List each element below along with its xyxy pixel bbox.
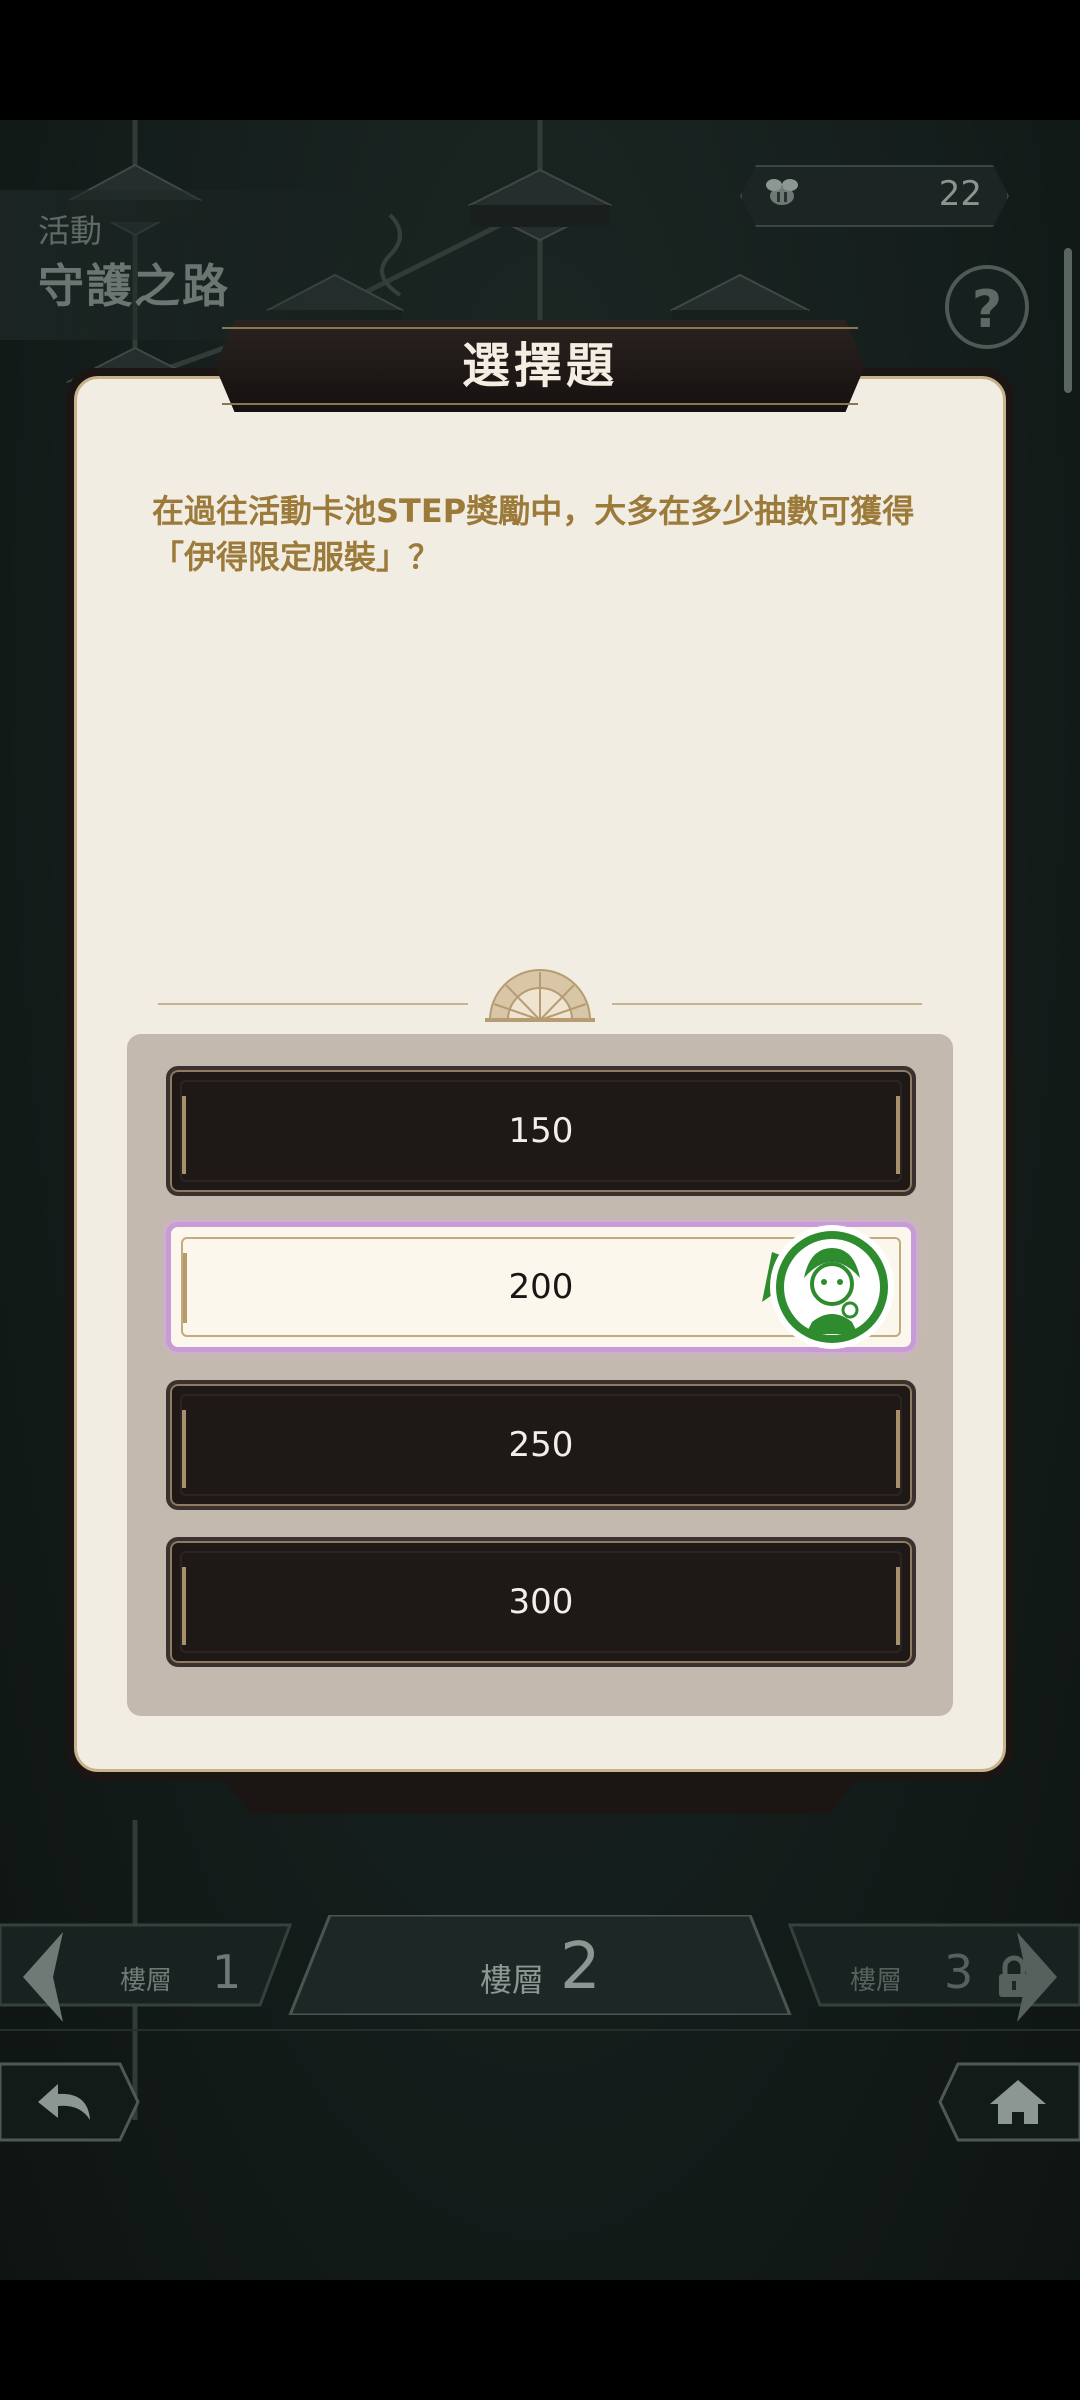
chevron-left-icon[interactable]	[18, 1932, 68, 2022]
floor-3-label[interactable]: 樓層	[850, 1960, 902, 1997]
floor-1-number[interactable]: 1	[212, 1945, 241, 1999]
floor-2-number[interactable]: 2	[560, 1930, 601, 2004]
option-label: 300	[508, 1582, 574, 1622]
divider-right	[612, 1003, 922, 1005]
floor-2-label[interactable]: 樓層	[480, 1955, 544, 2001]
option-label: 150	[508, 1111, 574, 1151]
option-button[interactable]: 250	[166, 1380, 916, 1510]
floor-1-label[interactable]: 樓層	[120, 1960, 172, 1997]
bee-icon	[766, 179, 798, 205]
dialog-bottom-plate	[218, 1772, 862, 1814]
question-line: 「伊得限定服裝」？	[152, 538, 441, 576]
option-button[interactable]: 150	[166, 1066, 916, 1196]
question-line: 在過往活動卡池STEP獎勵中，大多在多少抽數可獲得	[152, 492, 915, 530]
back-button[interactable]	[0, 2062, 140, 2142]
option-button[interactable]: 300	[166, 1537, 916, 1667]
scrollbar[interactable]	[1064, 248, 1072, 393]
help-button[interactable]: ?	[945, 265, 1029, 349]
lock-icon	[999, 1955, 1029, 1997]
fan-ornament-icon	[485, 969, 595, 1022]
currency-value: 22	[938, 174, 982, 214]
floor-3-number[interactable]: 3	[944, 1945, 973, 1999]
event-label: 活動	[38, 212, 103, 250]
divider-left	[158, 1003, 468, 1005]
character-badge-icon	[762, 1225, 894, 1349]
option-label: 250	[508, 1425, 574, 1465]
question-text: 在過往活動卡池STEP獎勵中，大多在多少抽數可獲得 「伊得限定服裝」？	[152, 488, 932, 580]
home-button[interactable]	[938, 2062, 1080, 2142]
event-name: 守護之路	[38, 259, 230, 313]
dialog-title: 選擇題	[461, 338, 618, 394]
